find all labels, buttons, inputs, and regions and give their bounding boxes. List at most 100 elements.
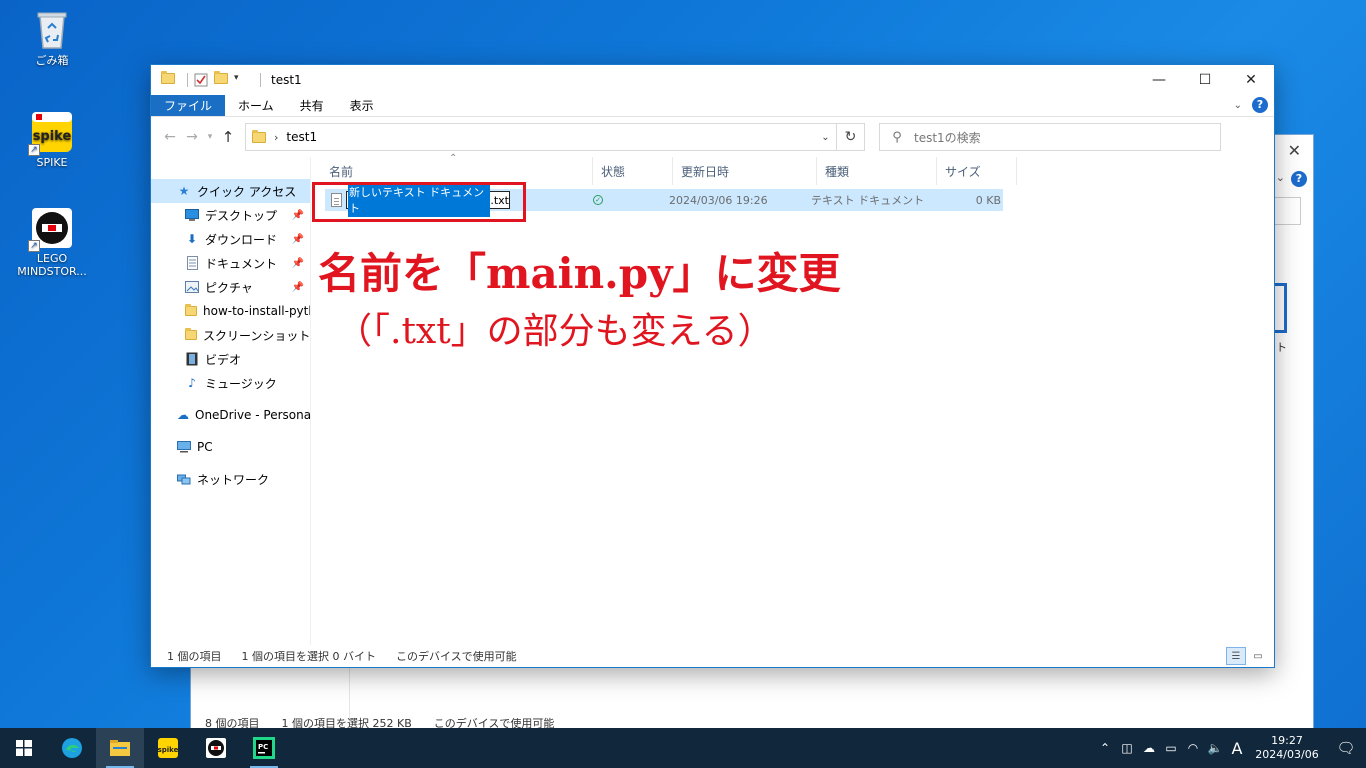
tab-share[interactable]: 共有 (287, 95, 337, 116)
desktop-icon-label: SPIKE (36, 156, 68, 169)
up-arrow-icon[interactable]: ↑ (217, 128, 239, 146)
taskbar-pycharm[interactable]: PC (240, 728, 288, 768)
title-bar[interactable]: ▾ test1 — ☐ ✕ (151, 65, 1274, 95)
clock-date: 2024/03/06 (1255, 748, 1319, 761)
refresh-icon[interactable]: ↻ (836, 123, 864, 151)
shortcut-arrow-icon: ↗ (28, 144, 40, 156)
sidebar-item-network[interactable]: ネットワーク (151, 467, 310, 491)
large-icons-view-icon[interactable]: ▭ (1248, 647, 1268, 665)
sidebar-item-documents[interactable]: ドキュメント 📌 (151, 251, 310, 275)
sidebar-item-music[interactable]: ♪ ミュージック (151, 371, 310, 395)
address-dropdown-icon[interactable]: ⌄ (814, 132, 836, 143)
edge-icon (62, 738, 82, 758)
breadcrumb[interactable]: test1 (286, 130, 317, 144)
camera-icon[interactable]: ◫ (1116, 741, 1138, 755)
ime-indicator[interactable]: A (1226, 739, 1248, 758)
search-box[interactable] (1271, 197, 1301, 225)
help-icon[interactable]: ? (1252, 97, 1268, 113)
forward-arrow-icon[interactable]: → (181, 129, 203, 145)
sidebar-item-pc[interactable]: PC (151, 435, 310, 459)
address-bar[interactable]: › test1 ⌄ ↻ (245, 123, 865, 151)
desktop-icon (185, 208, 199, 222)
status-selection: 1 個の項目を選択 0 バイト (241, 650, 377, 663)
desktop-icon-label: ごみ箱 (35, 54, 69, 67)
close-button[interactable]: ✕ (1228, 65, 1274, 95)
sidebar-item-label: ピクチャ (205, 280, 253, 295)
desktop-icon-recycle-bin[interactable]: ごみ箱 (12, 8, 92, 67)
navigation-bar: ← → ▾ ↑ › test1 ⌄ ↻ ⚲ test1の検索 (151, 117, 1274, 157)
status-availability: このデバイスで使用可能 (396, 650, 517, 663)
shortcut-arrow-icon: ↗ (28, 240, 40, 252)
column-header-size[interactable]: サイズ (937, 157, 1017, 185)
column-header-status[interactable]: 状態 (593, 157, 673, 185)
annotation-highlight-box (312, 182, 526, 222)
sidebar-item-label: ネットワーク (197, 472, 270, 487)
start-button[interactable] (0, 728, 48, 768)
show-hidden-icons-chevron-icon[interactable]: ⌃ (1094, 741, 1116, 755)
desktop-icon-lego-mindstorms[interactable]: ↗ LEGO MINDSTOR... (12, 206, 92, 278)
pycharm-icon: PC (253, 737, 275, 759)
sidebar-item-folder[interactable]: how-to-install-pyth (151, 299, 310, 323)
taskbar-spike[interactable]: spike (144, 728, 192, 768)
minimize-button[interactable]: — (1136, 65, 1182, 95)
system-tray: ⌃ ◫ ☁ ▭ ◠ 🔈 A 19:27 2024/03/06 🗨 (1094, 728, 1366, 768)
taskbar-file-explorer[interactable] (96, 728, 144, 768)
folder-icon (185, 304, 197, 318)
pin-icon: 📌 (291, 233, 304, 245)
taskbar-mindstorms[interactable] (192, 728, 240, 768)
svg-text:spike: spike (33, 129, 72, 144)
sidebar-item-onedrive[interactable]: ☁ OneDrive - Personal (151, 403, 310, 427)
battery-icon[interactable]: ▭ (1160, 741, 1182, 755)
sidebar-item-label: スクリーンショット (203, 328, 310, 343)
close-icon[interactable]: ✕ (1288, 141, 1301, 160)
windows-logo-icon (16, 740, 32, 756)
download-icon: ⬇ (186, 232, 198, 246)
tab-home[interactable]: ホーム (225, 95, 287, 116)
explorer-window: ▾ test1 — ☐ ✕ ファイル ホーム 共有 表示 ⌄ ? ← → ▾ ↑… (150, 64, 1275, 668)
sidebar-item-videos[interactable]: ビデオ (151, 347, 310, 371)
new-folder-icon[interactable] (214, 71, 228, 87)
chevron-down-icon[interactable]: ⌄ (1276, 171, 1285, 184)
taskbar-edge[interactable] (48, 728, 96, 768)
wifi-icon[interactable]: ◠ (1182, 741, 1204, 755)
column-headers: ⌃ 名前 状態 更新日時 種類 サイズ (311, 153, 1274, 185)
breadcrumb-chevron-icon[interactable]: › (274, 131, 278, 144)
column-header-type[interactable]: 種類 (817, 157, 937, 185)
help-icon[interactable]: ? (1291, 171, 1307, 187)
divider (260, 73, 261, 87)
details-view-icon[interactable]: ☰ (1226, 647, 1246, 665)
properties-icon[interactable] (194, 73, 208, 87)
maximize-button[interactable]: ☐ (1182, 65, 1228, 95)
search-box[interactable]: ⚲ test1の検索 (879, 123, 1221, 151)
tab-view[interactable]: 表示 (337, 95, 387, 116)
column-header-modified[interactable]: 更新日時 (673, 157, 817, 185)
pin-icon: 📌 (291, 209, 304, 221)
sidebar-item-downloads[interactable]: ⬇ ダウンロード 📌 (151, 227, 310, 251)
sort-ascending-icon: ⌃ (449, 153, 458, 164)
tab-file[interactable]: ファイル (151, 95, 226, 116)
spike-app-icon: spike ↗ (28, 110, 74, 156)
desktop-icon-label: LEGO MINDSTOR... (17, 252, 87, 278)
sidebar-item-pictures[interactable]: ピクチャ 📌 (151, 275, 310, 299)
expand-ribbon-chevron-icon[interactable]: ⌄ (1234, 100, 1242, 111)
recycle-bin-icon (30, 8, 74, 52)
back-arrow-icon[interactable]: ← (159, 129, 181, 145)
mindstorms-app-icon (206, 738, 226, 758)
desktop-icon-spike[interactable]: spike ↗ SPIKE (12, 110, 92, 169)
customize-quick-access-icon[interactable]: ▾ (234, 73, 248, 87)
network-icon (177, 472, 191, 486)
recent-locations-chevron-icon[interactable]: ▾ (203, 132, 217, 142)
volume-icon[interactable]: 🔈 (1204, 741, 1226, 755)
clock[interactable]: 19:27 2024/03/06 (1248, 734, 1326, 762)
pin-icon: 📌 (291, 257, 304, 269)
file-type: テキスト ドキュメント (811, 194, 925, 207)
sidebar-item-quick-access[interactable]: ★ クイック アクセス (151, 179, 310, 203)
sidebar-item-label: ドキュメント (205, 256, 278, 271)
star-icon: ★ (178, 184, 190, 198)
sidebar-item-desktop[interactable]: デスクトップ 📌 (151, 203, 310, 227)
notification-center-icon[interactable]: 🗨 (1326, 739, 1366, 757)
pc-icon (177, 440, 191, 454)
search-input[interactable]: test1の検索 (914, 129, 981, 146)
onedrive-icon[interactable]: ☁ (1138, 741, 1160, 755)
sidebar-item-screenshots[interactable]: スクリーンショット (151, 323, 310, 347)
